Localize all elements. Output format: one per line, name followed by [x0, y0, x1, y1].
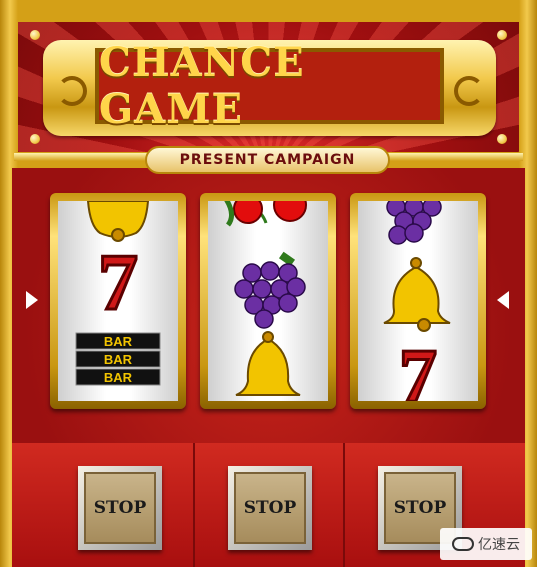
svg-text:BAR: BAR	[104, 334, 133, 349]
right-arrow-icon	[497, 291, 509, 309]
svg-text:7: 7	[98, 239, 138, 327]
game-title: CHANCE GAME	[99, 39, 305, 133]
reel-window	[208, 201, 328, 401]
watermark-text: 亿速云	[478, 537, 520, 553]
reel-window: 7	[358, 201, 478, 401]
grape-icon	[386, 201, 442, 245]
reel-3: 7	[350, 193, 486, 409]
left-arrow-icon	[26, 291, 38, 309]
bar-icon: BAR BAR BAR	[75, 332, 161, 386]
stop-label: STOP	[84, 472, 156, 544]
stop-label: STOP	[234, 472, 306, 544]
campaign-banner: PRESENT CAMPAIGN	[145, 146, 390, 174]
title-plate: CHANCE GAME	[43, 39, 496, 136]
slot-machine: CHANCE GAME PRESENT CAMPAIGN 7 BAR BAR B…	[0, 0, 537, 567]
watermark: 亿速云	[440, 528, 532, 560]
scroll-ornament-icon	[454, 76, 484, 106]
reel-1: 7 BAR BAR BAR	[50, 193, 186, 409]
bulb-light	[497, 30, 507, 40]
seven-icon: 7	[97, 238, 140, 329]
marquee-panel: CHANCE GAME	[18, 22, 519, 152]
bell-icon	[383, 257, 451, 332]
cloud-logo-icon	[452, 537, 474, 551]
title-frame: CHANCE GAME	[95, 39, 444, 133]
bell-icon	[86, 201, 150, 242]
bell-icon	[235, 331, 301, 396]
svg-text:BAR: BAR	[104, 370, 133, 385]
reel-window: 7 BAR BAR BAR	[58, 201, 178, 401]
grape-icon	[234, 251, 306, 329]
seven-icon: 7	[398, 333, 439, 402]
reel-2	[200, 193, 336, 409]
bulb-light	[497, 134, 507, 144]
svg-text:BAR: BAR	[104, 352, 133, 367]
scroll-ornament-icon	[57, 76, 87, 106]
panel-divider	[343, 443, 345, 567]
bulb-light	[30, 30, 40, 40]
bulb-light	[30, 134, 40, 144]
stop-button-2[interactable]: STOP	[228, 466, 312, 550]
panel-divider	[193, 443, 195, 567]
svg-text:7: 7	[399, 334, 437, 401]
stop-button-1[interactable]: STOP	[78, 466, 162, 550]
cherry-icon	[224, 201, 307, 227]
